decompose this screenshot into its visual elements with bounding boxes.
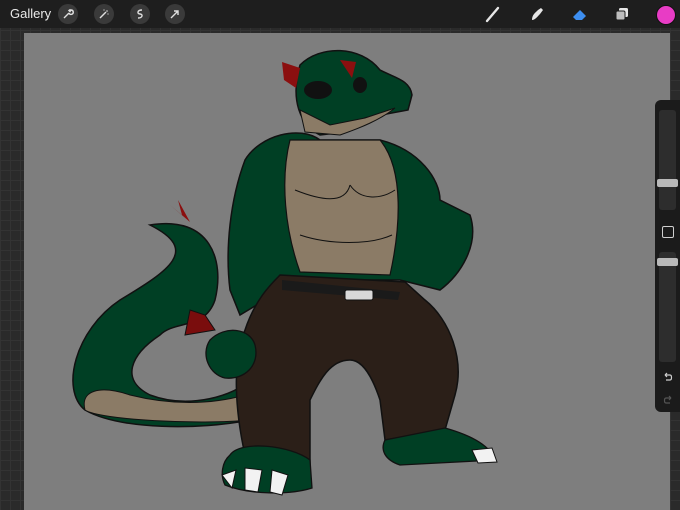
selection-icon <box>137 9 143 19</box>
brush-icon <box>485 6 500 23</box>
redo-icon <box>663 395 672 404</box>
brush-tool-button[interactable] <box>482 3 504 25</box>
eraser-icon <box>573 10 586 20</box>
wrench-icon <box>63 8 74 19</box>
actions-button[interactable] <box>58 4 78 24</box>
undo-button[interactable] <box>661 370 675 384</box>
brush-size-slider-track[interactable] <box>659 110 676 210</box>
layers-icon <box>615 8 628 21</box>
side-toolbar <box>655 100 680 412</box>
brush-size-slider-thumb[interactable] <box>657 179 678 187</box>
top-toolbar: Gallery <box>0 0 680 28</box>
smudge-icon <box>532 8 543 20</box>
smudge-tool-button[interactable] <box>526 3 548 25</box>
adjustments-button[interactable] <box>94 4 114 24</box>
eraser-tool-button[interactable] <box>569 3 591 25</box>
gallery-button[interactable]: Gallery <box>10 6 51 21</box>
drawing-canvas[interactable] <box>24 33 670 510</box>
crocodile-artwork <box>72 49 498 496</box>
redo-button[interactable] <box>661 393 675 407</box>
transform-button[interactable] <box>165 4 185 24</box>
color-picker-button[interactable] <box>656 5 676 25</box>
selection-button[interactable] <box>130 4 150 24</box>
opacity-slider-track[interactable] <box>659 252 676 362</box>
magic-wand-icon <box>99 9 109 19</box>
transform-arrow-icon <box>170 10 179 19</box>
undo-icon <box>664 372 673 381</box>
modify-button[interactable] <box>662 226 674 238</box>
layers-button[interactable] <box>611 3 633 25</box>
opacity-slider-thumb[interactable] <box>657 258 678 266</box>
